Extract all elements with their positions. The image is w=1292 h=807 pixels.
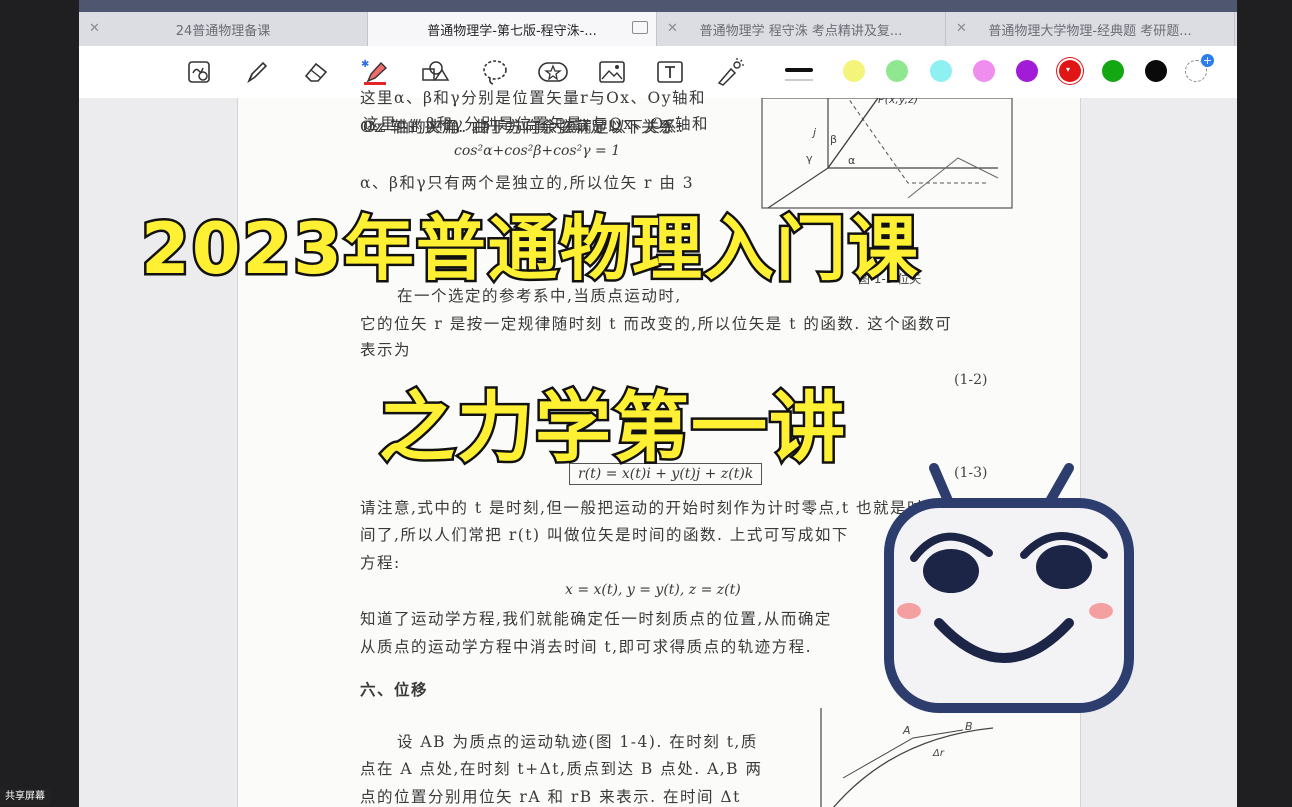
tab-label: 24普通物理备课 <box>175 23 271 39</box>
lasso-icon[interactable] <box>479 56 511 88</box>
share-screen-label: 共享屏幕 <box>0 789 50 805</box>
color-swatch[interactable] <box>1016 60 1038 82</box>
svg-text:α: α <box>848 154 855 167</box>
color-swatch[interactable] <box>843 60 865 82</box>
pen-icon[interactable] <box>241 56 273 88</box>
doc-line: 从质点的运动学方程中消去时间 t,即可求得质点的轨迹方程. <box>360 638 813 656</box>
svg-text:P(x,y,z): P(x,y,z) <box>878 98 918 106</box>
title-strip <box>79 0 1237 12</box>
split-view-icon[interactable] <box>632 21 648 34</box>
tab-3[interactable]: ✕ 普通物理学 程守洙 考点精讲及复... <box>657 12 946 46</box>
doc-line: α、β和γ只有两个是独立的,所以位矢 r 由 3 <box>360 174 695 192</box>
close-icon[interactable]: ✕ <box>956 21 967 36</box>
tab-4[interactable]: ✕ 普通物理大学物理-经典题 考研题... <box>946 12 1235 46</box>
tab-bar: ✕ 24普通物理备课 ✕ 普通物理学-第七版-程守洙-... ✕ 普通物理学 程… <box>79 12 1237 46</box>
color-swatch[interactable] <box>1102 60 1124 82</box>
svg-text:✱: ✱ <box>361 59 369 70</box>
doc-line: 点的位置分别用位矢 rA 和 rB 来表示. 在时间 Δt <box>360 788 741 806</box>
close-icon[interactable]: ✕ <box>667 21 678 36</box>
doc-line: 方程: <box>360 554 401 572</box>
doc-line: 设 AB 为质点的运动轨迹(图 1-4). 在时刻 t,质 <box>397 733 758 751</box>
doc-line: 知道了运动学方程,我们就能确定任一时刻质点的位置,从而确定 <box>360 610 832 628</box>
section-heading: 六、位移 <box>360 680 429 699</box>
tab-label: 普通物理大学物理-经典题 考研题... <box>988 23 1192 39</box>
sticker-icon[interactable] <box>537 56 569 88</box>
tab-label: 普通物理学 程守洙 考点精讲及复... <box>699 23 903 39</box>
tab-1[interactable]: ✕ 24普通物理备课 <box>79 12 368 46</box>
stroke-width-track <box>785 79 813 81</box>
doc-line: 这里α、β和γ分别是位置矢量r与Ox、Oy轴和 <box>360 89 707 107</box>
doc-line: 间了,所以人们常把 r(t) 叫做位矢是时间的函数. 上式可写成如下 <box>360 526 849 544</box>
stroke-width-icon[interactable] <box>785 68 813 72</box>
lasso-zoom-icon[interactable] <box>184 56 216 88</box>
tab-label: 普通物理学-第七版-程守洙-... <box>427 23 597 39</box>
svg-text:A: A <box>902 724 911 737</box>
equation: cos²α+cos²β+cos²γ = 1 <box>454 143 621 159</box>
svg-text:β: β <box>830 133 837 146</box>
doc-line: 表示为 <box>360 341 412 359</box>
doc-line: 点在 A 点处,在时刻 t+Δt,质点到达 B 点处. A,B 两 <box>360 760 763 778</box>
text-icon[interactable] <box>654 56 686 88</box>
doc-line: 请注意,式中的 t 是时刻,但一般把运动的开始时刻作为计时零点,t 也就是时 <box>360 499 925 517</box>
overlay-title: 2023年普通物理入门课 <box>139 206 921 293</box>
color-swatch[interactable] <box>886 60 908 82</box>
document-canvas[interactable]: P(x,y,z) j β γ α 图 1-3 位矢 A B Δr 这里α、β和γ… <box>79 89 1237 807</box>
highlighter-icon[interactable]: ✱ <box>360 56 392 88</box>
svg-text:Δr: Δr <box>932 748 945 759</box>
color-swatch[interactable] <box>973 60 995 82</box>
app-window: ✕ 24普通物理备课 ✕ 普通物理学-第七版-程守洙-... ✕ 普通物理学 程… <box>79 0 1237 807</box>
chevron-down-icon: ▾ <box>1066 65 1071 74</box>
svg-text:j: j <box>811 126 817 139</box>
shapes-icon[interactable] <box>419 56 451 88</box>
laser-pointer-icon[interactable] <box>714 56 746 88</box>
overlay-subtitle: 之力学第一讲 <box>377 381 848 475</box>
doc-line: 它的位矢 r 是按一定规律随时刻 t 而改变的,所以位矢是 t 的函数. 这个函… <box>360 315 953 333</box>
doc-line: Oz 轴的夹角. 由于方向余弦满足以下关系: <box>360 118 682 136</box>
color-swatch[interactable] <box>930 60 952 82</box>
tab-2[interactable]: ✕ 普通物理学-第七版-程守洙-... <box>368 12 657 46</box>
add-color-button[interactable]: + <box>1185 54 1214 82</box>
plus-icon: + <box>1201 54 1214 67</box>
svg-text:γ: γ <box>806 152 813 165</box>
color-swatch[interactable] <box>1145 60 1167 82</box>
color-swatch-selected[interactable]: ▾ <box>1059 60 1081 82</box>
image-icon[interactable] <box>596 56 628 88</box>
mascot-sticker <box>884 463 1134 713</box>
close-icon[interactable]: ✕ <box>89 21 100 36</box>
eraser-icon[interactable] <box>300 56 332 88</box>
equation: x = x(t), y = y(t), z = z(t) <box>565 582 741 598</box>
equation-number: (1-2) <box>954 372 988 388</box>
